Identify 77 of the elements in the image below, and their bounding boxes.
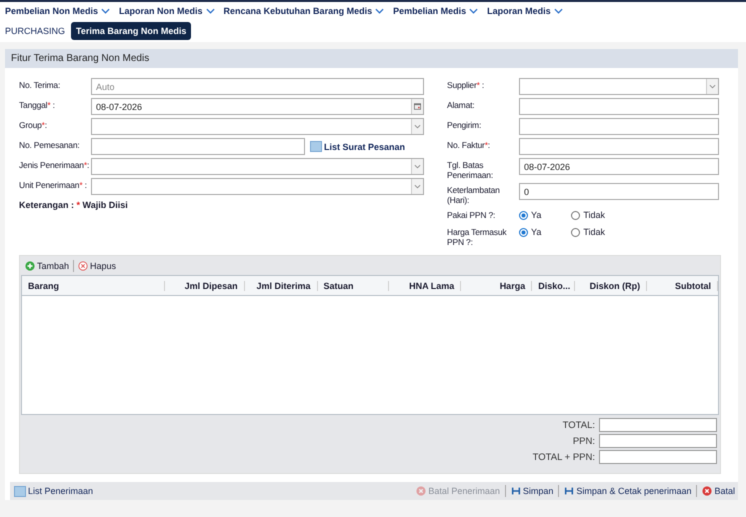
caret-icon <box>414 163 421 170</box>
save-button[interactable]: Simpan <box>510 486 554 496</box>
menu-item[interactable]: Pembelian Non Medis <box>5 6 110 16</box>
chevron-icon <box>469 8 478 14</box>
add-button[interactable]: Tambah <box>25 260 70 270</box>
column-header[interactable]: HNA Lama <box>389 280 462 290</box>
radio-option[interactable]: Tidak <box>571 227 606 237</box>
input-field[interactable]: 0 <box>519 183 719 200</box>
caret-icon <box>414 123 421 130</box>
delete-icon <box>78 260 88 270</box>
field-label: Alamat: <box>447 99 476 110</box>
column-header[interactable]: Satuan <box>318 280 390 290</box>
menu-item[interactable]: Laporan Medis <box>487 6 563 16</box>
calendar-icon <box>414 103 421 110</box>
field-label: Keterlambatan (Hari): <box>447 184 501 205</box>
total-label: TOTAL: <box>562 420 595 430</box>
column-header[interactable]: Disko... <box>532 280 576 290</box>
input-field[interactable]: Auto <box>91 78 424 95</box>
input-field[interactable] <box>91 138 305 155</box>
menu-item[interactable]: Pembelian Medis <box>393 6 478 16</box>
list-link[interactable]: List Surat Pesanan <box>310 138 406 152</box>
delete-button[interactable]: Hapus <box>78 260 116 270</box>
column-header[interactable]: Subtotal <box>647 280 718 290</box>
total-label: TOTAL + PPN: <box>532 452 595 462</box>
total-field[interactable] <box>599 434 717 448</box>
chevron-icon <box>554 8 563 14</box>
input-field[interactable] <box>519 138 719 155</box>
save-icon <box>564 486 574 496</box>
field-label: Tanggal* : <box>19 99 56 110</box>
field-label: Jenis Penerimaan*: <box>19 159 90 170</box>
breadcrumb-text: PURCHASING <box>5 26 66 36</box>
radio-option[interactable]: Tidak <box>571 210 606 220</box>
column-header[interactable]: Jml Dipesan <box>164 280 245 290</box>
field-label: Supplier* : <box>447 79 486 90</box>
field-label: Unit Penerimaan* : <box>19 179 88 190</box>
dropdown-field[interactable] <box>91 118 424 135</box>
panel-header: Fitur Terima Barang Non Medis <box>5 49 738 68</box>
total-field[interactable] <box>599 450 717 464</box>
save-button[interactable]: Simpan & Cetak penerimaan <box>564 486 692 496</box>
caret-icon <box>414 183 421 190</box>
field-label: Pakai PPN ?: <box>447 209 496 220</box>
field-label: Group*: <box>19 119 48 130</box>
column-header[interactable]: Harga <box>461 280 532 290</box>
chevron-icon <box>101 8 110 14</box>
input-field[interactable]: 08-07-2026 <box>519 158 719 175</box>
radio-option[interactable]: Ya <box>519 227 542 237</box>
page-tab[interactable]: Terima Barang Non Medis <box>71 22 192 40</box>
plus-icon <box>25 260 35 270</box>
radio-option[interactable]: Ya <box>519 210 542 220</box>
field-label: No. Pemesanan: <box>19 139 81 150</box>
input-field[interactable] <box>519 98 719 115</box>
column-header[interactable]: Diskon (Rp) <box>575 280 648 290</box>
dropdown-field[interactable] <box>91 158 424 175</box>
field-label: Harga Termasuk PPN ?: <box>447 226 508 247</box>
note-text: Keterangan : * Wajib Diisi <box>19 200 129 210</box>
input-field[interactable] <box>519 118 719 135</box>
field-label: No. Terima: <box>19 79 62 90</box>
column-header[interactable]: Jml Diterima <box>244 280 318 290</box>
chevron-icon <box>206 8 215 14</box>
date-field[interactable]: 08-07-2026 <box>91 98 424 115</box>
field-label: No. Faktur*: <box>447 139 491 150</box>
field-label: Pengirim: <box>447 119 482 130</box>
total-field[interactable] <box>599 418 717 432</box>
close-icon <box>702 486 712 496</box>
close-icon <box>416 486 426 496</box>
menu-item[interactable]: Laporan Non Medis <box>119 6 215 16</box>
column-header[interactable]: Barang <box>22 280 165 290</box>
dropdown-field[interactable] <box>519 78 719 95</box>
cancel-button[interactable]: Batal <box>702 486 735 496</box>
save-icon <box>510 486 521 496</box>
menu-item[interactable]: Rencana Kebutuhan Barang Medis <box>224 6 384 16</box>
list-button[interactable]: List Penerimaan <box>14 486 94 496</box>
caret-icon <box>709 83 716 90</box>
chevron-icon <box>375 8 384 14</box>
total-label: PPN: <box>572 436 595 446</box>
field-label: Tgl. Batas Penerimaan: <box>447 159 494 180</box>
dropdown-field[interactable] <box>91 178 424 195</box>
